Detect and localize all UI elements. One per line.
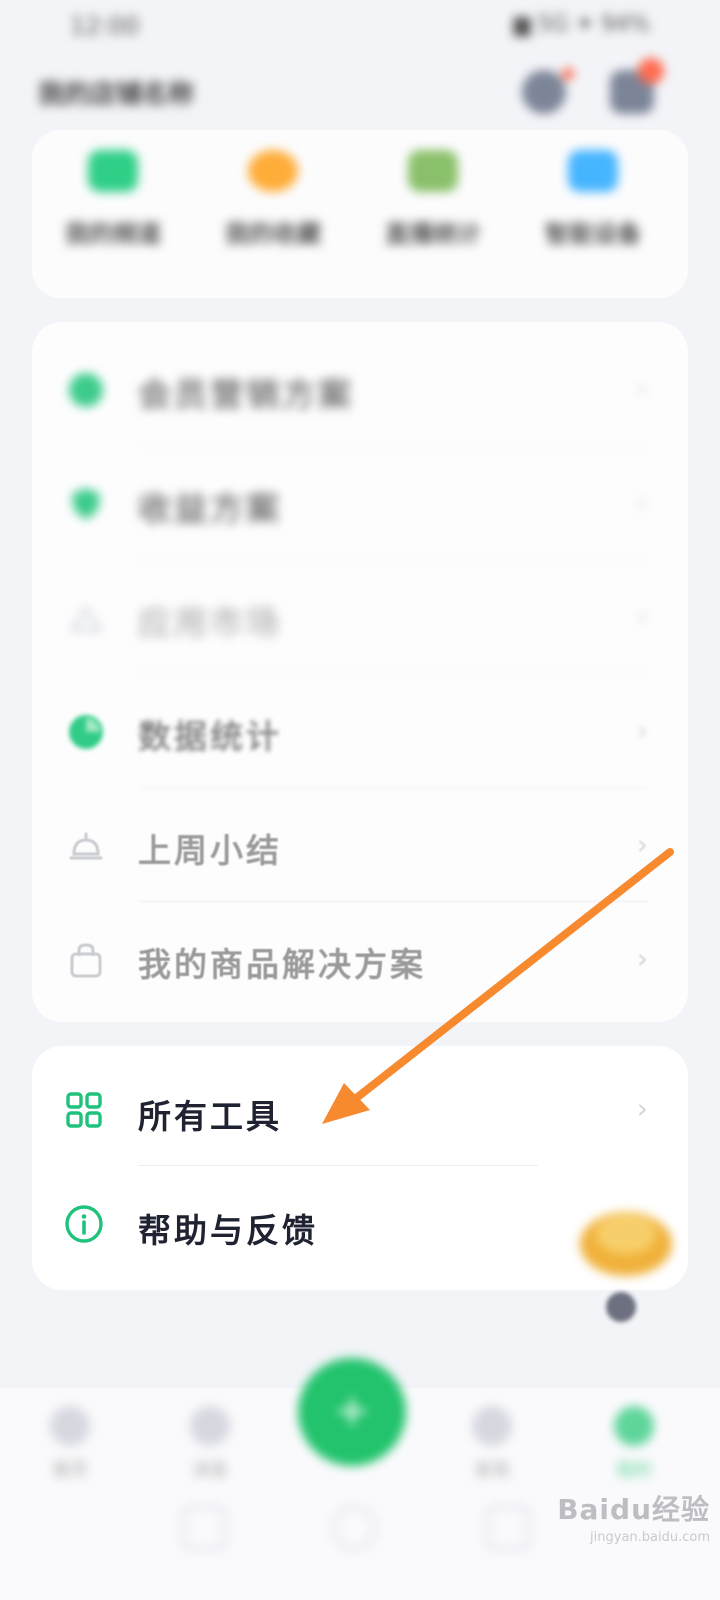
menu-item-weekly-summary[interactable]: 上周小结 › [32, 788, 688, 902]
quick-action-label: 直播统计 [385, 220, 481, 248]
quick-action-channel[interactable]: 我的频道 [38, 150, 188, 249]
info-icon [65, 1205, 103, 1243]
menu-item-data-stats[interactable]: 数据统计 › [32, 674, 688, 788]
message-icon [190, 1406, 230, 1446]
stats-icon [408, 150, 458, 192]
mascot-close-dot[interactable] [606, 1292, 636, 1322]
bag-icon [70, 943, 102, 978]
menu-item-label: 收益方案 [138, 489, 282, 528]
nav-discover[interactable]: 发现 [452, 1406, 532, 1482]
quick-action-label: 我的频道 [65, 220, 161, 248]
system-back-button[interactable] [486, 1506, 530, 1550]
avatar-icon[interactable] [522, 70, 566, 114]
nav-label: 消息 [192, 1460, 228, 1481]
grid-icon [66, 1092, 102, 1128]
menu-item-label: 我的商品解决方案 [138, 945, 426, 984]
menu-item-member-marketing[interactable]: 会员营销方案 › [32, 332, 688, 446]
mascot-float-button[interactable] [574, 1192, 674, 1282]
add-fab-button[interactable]: + [298, 1358, 406, 1466]
chart-icon [69, 715, 103, 749]
chevron-right-icon: › [636, 714, 648, 747]
store-name: 我的店铺名称 [38, 80, 195, 110]
app-header: 我的店铺名称 [0, 50, 720, 140]
chevron-right-icon: › [636, 942, 648, 975]
quick-action-devices[interactable]: 智能设备 [518, 150, 668, 249]
quick-action-favorites[interactable]: 我的收藏 [198, 150, 348, 249]
leaf-icon [69, 373, 103, 407]
chevron-right-icon: › [636, 372, 648, 405]
favorites-icon [248, 150, 298, 192]
nav-label: 发现 [474, 1460, 510, 1481]
help-feedback-label: 帮助与反馈 [138, 1211, 318, 1250]
menu-item-earnings[interactable]: 收益方案 › [32, 446, 688, 560]
bell-icon [69, 832, 103, 860]
menu-item-all-tools[interactable]: 所有工具 › [32, 1052, 688, 1166]
store-icon [69, 605, 103, 632]
watermark-url: jingyan.baidu.com [590, 1530, 710, 1545]
avatar-dot-badge [562, 68, 574, 80]
watermark-logo-text: Baidu经验 [557, 1493, 710, 1526]
menu-item-label: 会员营销方案 [138, 375, 354, 414]
chevron-right-icon: › [636, 600, 648, 633]
status-bar: 12:00 ▆ 5G ✦ 94% [0, 0, 720, 48]
all-tools-label: 所有工具 [138, 1097, 282, 1136]
nav-mine[interactable]: 我的 [594, 1406, 674, 1482]
system-home-button[interactable] [332, 1506, 376, 1550]
system-menu-button[interactable] [182, 1506, 226, 1550]
message-badge [638, 58, 664, 84]
nav-home[interactable]: 首页 [30, 1406, 110, 1482]
nav-label: 我的 [616, 1460, 652, 1481]
channel-icon [88, 150, 138, 192]
home-icon [50, 1406, 90, 1446]
menu-item-label: 上周小结 [138, 831, 282, 870]
quick-actions-card: 我的频道 我的收藏 直播统计 智能设备 [32, 130, 688, 298]
watermark: Baidu经验 jingyan.baidu.com [540, 1488, 710, 1545]
menu-item-app-market[interactable]: 应用市场 › [32, 560, 688, 674]
discover-icon [472, 1406, 512, 1446]
profile-icon [614, 1406, 654, 1446]
status-time: 12:00 [70, 12, 140, 40]
menu-item-product-solutions[interactable]: 我的商品解决方案 › [32, 902, 688, 1016]
quick-action-label: 智能设备 [545, 220, 641, 248]
chevron-right-icon: › [636, 828, 648, 861]
shield-icon [72, 488, 100, 520]
chevron-right-icon: › [636, 1092, 648, 1125]
menu-list-card: 会员营销方案 › 收益方案 › 应用市场 › 数据统计 › 上周小结 › 我的商… [32, 322, 688, 1022]
menu-item-label: 数据统计 [138, 717, 282, 756]
nav-messages[interactable]: 消息 [170, 1406, 250, 1482]
menu-item-label: 应用市场 [138, 603, 282, 642]
status-indicators: ▆ 5G ✦ 94% [513, 12, 650, 37]
quick-action-stats[interactable]: 直播统计 [358, 150, 508, 249]
chevron-right-icon: › [636, 486, 648, 519]
quick-action-label: 我的收藏 [225, 220, 321, 248]
nav-label: 首页 [52, 1460, 88, 1481]
devices-icon [568, 150, 618, 192]
